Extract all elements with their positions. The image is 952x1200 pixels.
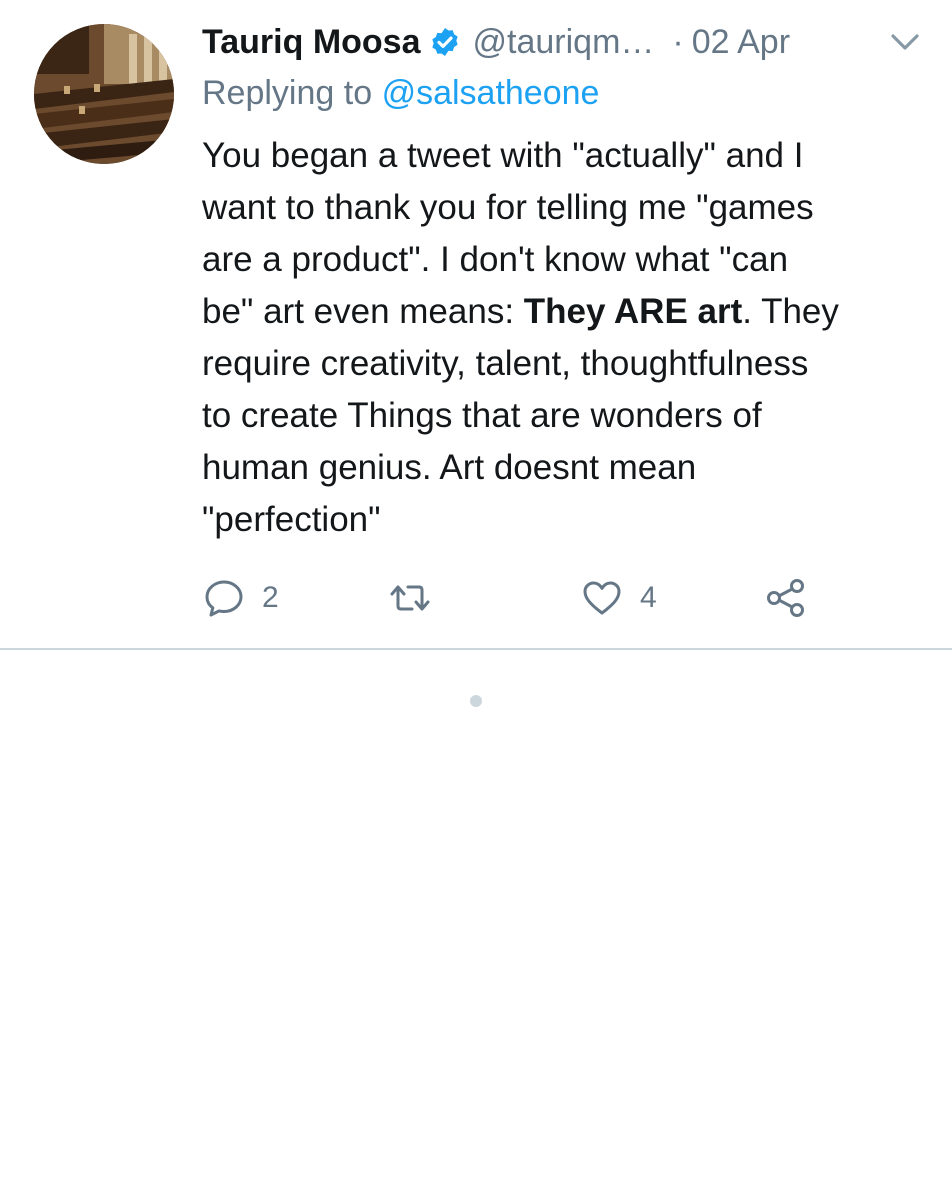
replying-to-mention[interactable]: @salsatheone <box>382 74 600 112</box>
loading-indicator-dot <box>470 695 482 707</box>
tweet-text-bold: They ARE art <box>523 292 743 331</box>
share-button[interactable] <box>764 574 808 622</box>
heart-icon <box>583 581 621 615</box>
tweet-actions: 2 4 <box>202 574 922 622</box>
reply-icon <box>205 580 243 617</box>
like-button[interactable]: 4 <box>580 574 657 622</box>
retweet-icon <box>390 585 430 611</box>
tweet-date[interactable]: 02 Apr <box>692 23 790 62</box>
tweet-header: Tauriq Moosa @tauriqm… · 02 Apr <box>202 16 922 68</box>
avatar[interactable] <box>34 24 174 164</box>
separator-dot: · <box>672 22 684 61</box>
tweet-card[interactable]: Tauriq Moosa @tauriqm… · 02 Apr Replying… <box>0 0 952 650</box>
share-icon <box>767 579 804 617</box>
replying-to: Replying to @salsatheone <box>202 74 599 113</box>
avatar-image <box>34 24 174 164</box>
like-count: 4 <box>640 581 657 614</box>
author-name[interactable]: Tauriq Moosa <box>202 23 421 62</box>
author-handle[interactable]: @tauriqm… <box>473 23 655 62</box>
verified-badge-icon <box>431 28 458 56</box>
reply-button[interactable]: 2 <box>202 574 279 622</box>
retweet-button[interactable] <box>388 574 448 622</box>
replying-prefix: Replying to <box>202 74 373 112</box>
chevron-down-icon[interactable] <box>888 30 922 54</box>
tweet-text: You began a tweet with "actually" and I … <box>202 130 932 546</box>
reply-count: 2 <box>262 581 279 614</box>
